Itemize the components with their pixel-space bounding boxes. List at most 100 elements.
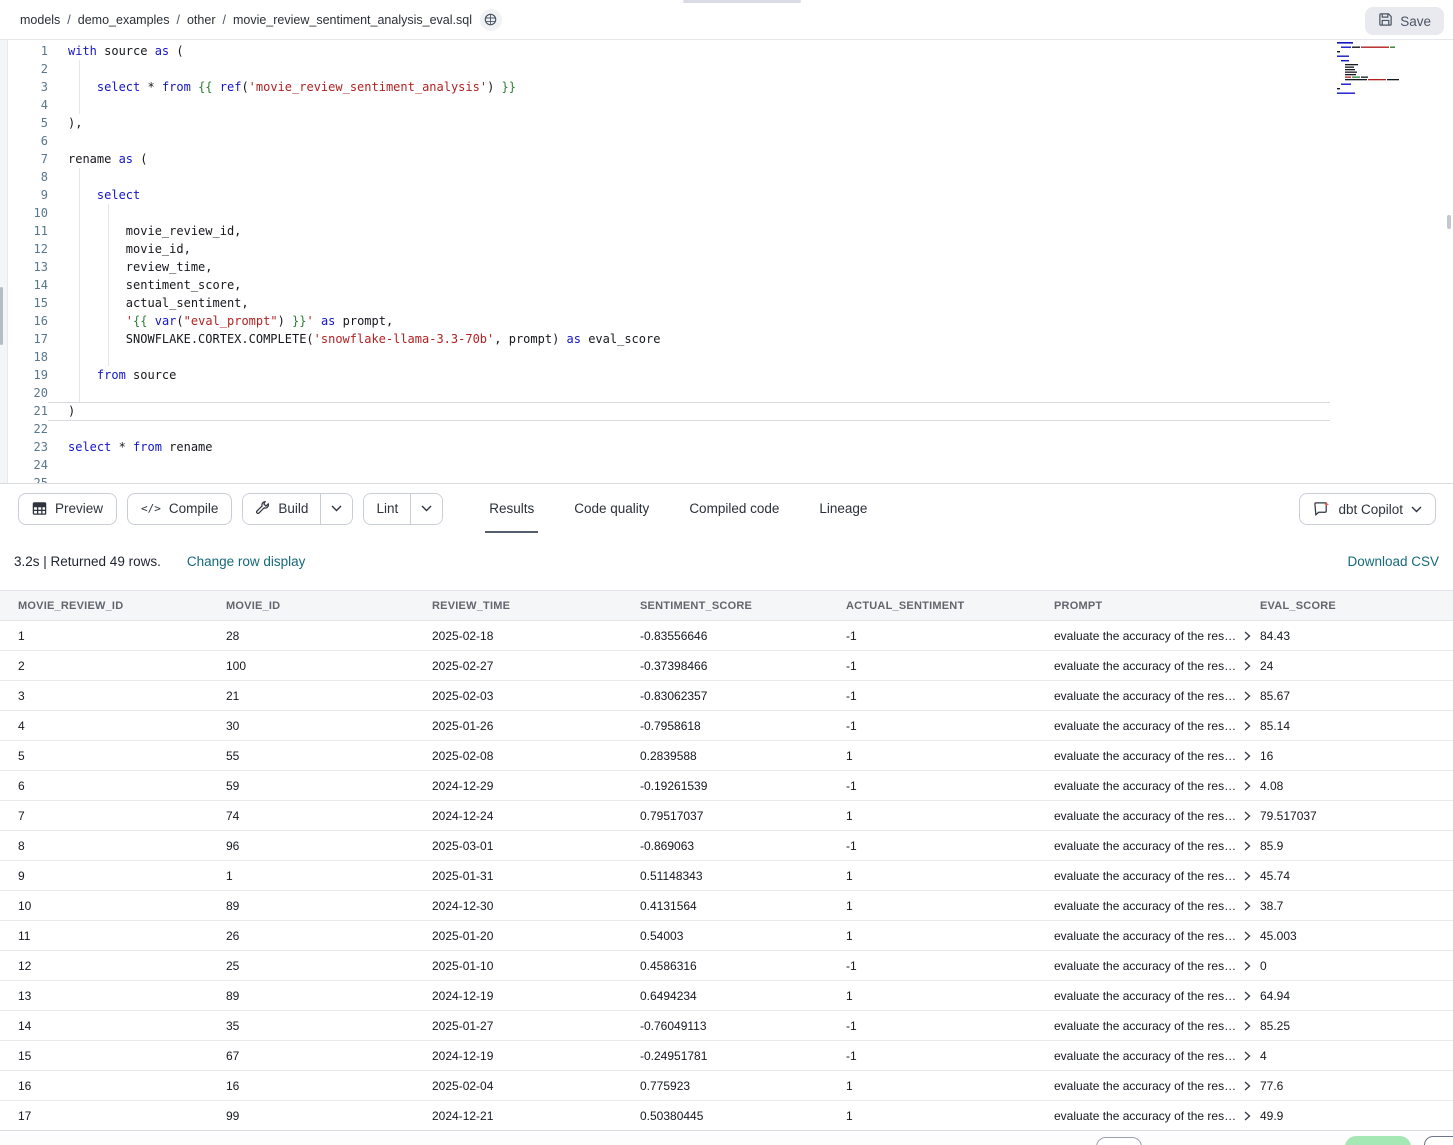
prompt-cell: evaluate the accuracy of the res… [1036,741,1242,771]
download-csv-link[interactable]: Download CSV [1347,554,1439,569]
table-cell: 64.94 [1242,981,1453,1011]
table-cell: 4 [1242,1041,1453,1071]
prompt-expand-chevron-icon[interactable] [1244,841,1251,851]
prompt-cell-content: evaluate the accuracy of the res… [1054,719,1242,733]
code-line[interactable]: 15 actual_sentiment, [8,294,1453,312]
table-cell: 1 [828,981,1036,1011]
code-line[interactable]: 6 [8,132,1453,150]
prompt-expand-chevron-icon[interactable] [1244,961,1251,971]
breadcrumb-segment[interactable]: demo_examples [78,13,170,27]
tab-results[interactable]: Results [485,484,538,534]
compile-button[interactable]: </> Compile [127,493,232,525]
line-number: 14 [8,276,48,294]
lint-button[interactable]: Lint [364,494,410,524]
prompt-cell: evaluate the accuracy of the res… [1036,921,1242,951]
code-line[interactable]: 12 movie_id, [8,240,1453,258]
lint-dropdown-chevron-icon[interactable] [410,494,442,524]
table-cell: 15 [0,1041,208,1071]
editor-minimap[interactable] [1335,40,1447,96]
prompt-preview-text: evaluate the accuracy of the res… [1054,1049,1236,1063]
prompt-expand-chevron-icon[interactable] [1244,1021,1251,1031]
breadcrumb-segment[interactable]: movie_review_sentiment_analysis_eval.sql [233,13,472,27]
prompt-expand-chevron-icon[interactable] [1244,931,1251,941]
prompt-expand-chevron-icon[interactable] [1244,691,1251,701]
prompt-expand-chevron-icon[interactable] [1244,631,1251,641]
table-cell: 1 [828,861,1036,891]
code-text: ), [48,114,82,132]
code-text [48,132,68,150]
code-line[interactable]: 8 [8,168,1453,186]
left-scrollbar-thumb[interactable] [0,287,3,345]
bottom-button-partial[interactable] [1096,1137,1142,1145]
prompt-expand-chevron-icon[interactable] [1244,901,1251,911]
code-line[interactable]: 9 select [8,186,1453,204]
code-line[interactable]: 4 [8,96,1453,114]
line-number: 17 [8,330,48,348]
code-line[interactable]: 16 '{{ var("eval_prompt") }}' as prompt, [8,312,1453,330]
line-number: 24 [8,456,48,474]
tab-code-quality[interactable]: Code quality [570,484,653,534]
prompt-expand-chevron-icon[interactable] [1244,1111,1251,1121]
table-cell: 84.43 [1242,621,1453,651]
tab-compiled-code[interactable]: Compiled code [685,484,783,534]
code-line[interactable]: 7rename as ( [8,150,1453,168]
copilot-label: dbt Copilot [1338,502,1403,517]
tab-lineage[interactable]: Lineage [815,484,871,534]
prompt-expand-chevron-icon[interactable] [1244,1081,1251,1091]
breadcrumb-segment[interactable]: models [20,13,60,27]
code-line[interactable]: 2 [8,60,1453,78]
results-tabs: Results Code quality Compiled code Lineage [485,484,871,534]
prompt-expand-chevron-icon[interactable] [1244,751,1251,761]
column-header: SENTIMENT_SCORE [622,591,828,621]
code-token: , prompt) [494,332,566,346]
code-line[interactable]: 5), [8,114,1453,132]
table-cell: -0.83556646 [622,621,828,651]
table-cell: 8 [0,831,208,861]
lint-split-button: Lint [363,493,443,525]
save-button[interactable]: Save [1365,7,1444,35]
dbt-copilot-button[interactable]: dbt Copilot [1299,493,1436,525]
prompt-expand-chevron-icon[interactable] [1244,811,1251,821]
prompt-cell: evaluate the accuracy of the res… [1036,681,1242,711]
code-line[interactable]: 19 from source [8,366,1453,384]
code-line[interactable]: 24 [8,456,1453,474]
tabstrip-scrollbar[interactable] [683,0,801,3]
code-text [48,168,68,186]
bottom-button-partial[interactable] [1424,1136,1453,1145]
code-line[interactable]: 3 select * from {{ ref('movie_review_sen… [8,78,1453,96]
line-number: 7 [8,150,48,168]
prompt-cell: evaluate the accuracy of the res… [1036,891,1242,921]
bottom-green-pill-partial[interactable] [1345,1136,1411,1145]
change-row-display-link[interactable]: Change row display [187,554,306,569]
code-editor[interactable]: 1with source as (23 select * from {{ ref… [0,40,1453,483]
code-line[interactable]: 20 [8,384,1453,402]
code-line[interactable]: 17 SNOWFLAKE.CORTEX.COMPLETE('snowflake-… [8,330,1453,348]
preview-button[interactable]: Preview [18,493,117,525]
prompt-cell-content: evaluate the accuracy of the res… [1054,869,1242,883]
prompt-expand-chevron-icon[interactable] [1244,781,1251,791]
prompt-expand-chevron-icon[interactable] [1244,721,1251,731]
prompt-expand-chevron-icon[interactable] [1244,991,1251,1001]
code-line[interactable]: 18 [8,348,1453,366]
code-lines[interactable]: 1with source as (23 select * from {{ ref… [8,42,1453,483]
editor-scrollbar-thumb[interactable] [1447,215,1451,229]
code-line[interactable]: 22 [8,420,1453,438]
code-line[interactable]: 13 review_time, [8,258,1453,276]
code-line[interactable]: 10 [8,204,1453,222]
prompt-expand-chevron-icon[interactable] [1244,1051,1251,1061]
code-line[interactable]: 21) [8,402,1453,420]
build-button[interactable]: Build [243,494,320,524]
breadcrumb-separator: / [64,13,73,27]
code-text [48,420,68,438]
build-dropdown-chevron-icon[interactable] [320,494,352,524]
code-line[interactable]: 25 [8,474,1453,483]
table-cell: -1 [828,1011,1036,1041]
code-line[interactable]: 11 movie_review_id, [8,222,1453,240]
code-line[interactable]: 1with source as ( [8,42,1453,60]
code-line[interactable]: 23select * from rename [8,438,1453,456]
indent-guide [79,60,80,114]
prompt-expand-chevron-icon[interactable] [1244,871,1251,881]
breadcrumb-segment[interactable]: other [187,13,216,27]
prompt-expand-chevron-icon[interactable] [1244,661,1251,671]
code-line[interactable]: 14 sentiment_score, [8,276,1453,294]
